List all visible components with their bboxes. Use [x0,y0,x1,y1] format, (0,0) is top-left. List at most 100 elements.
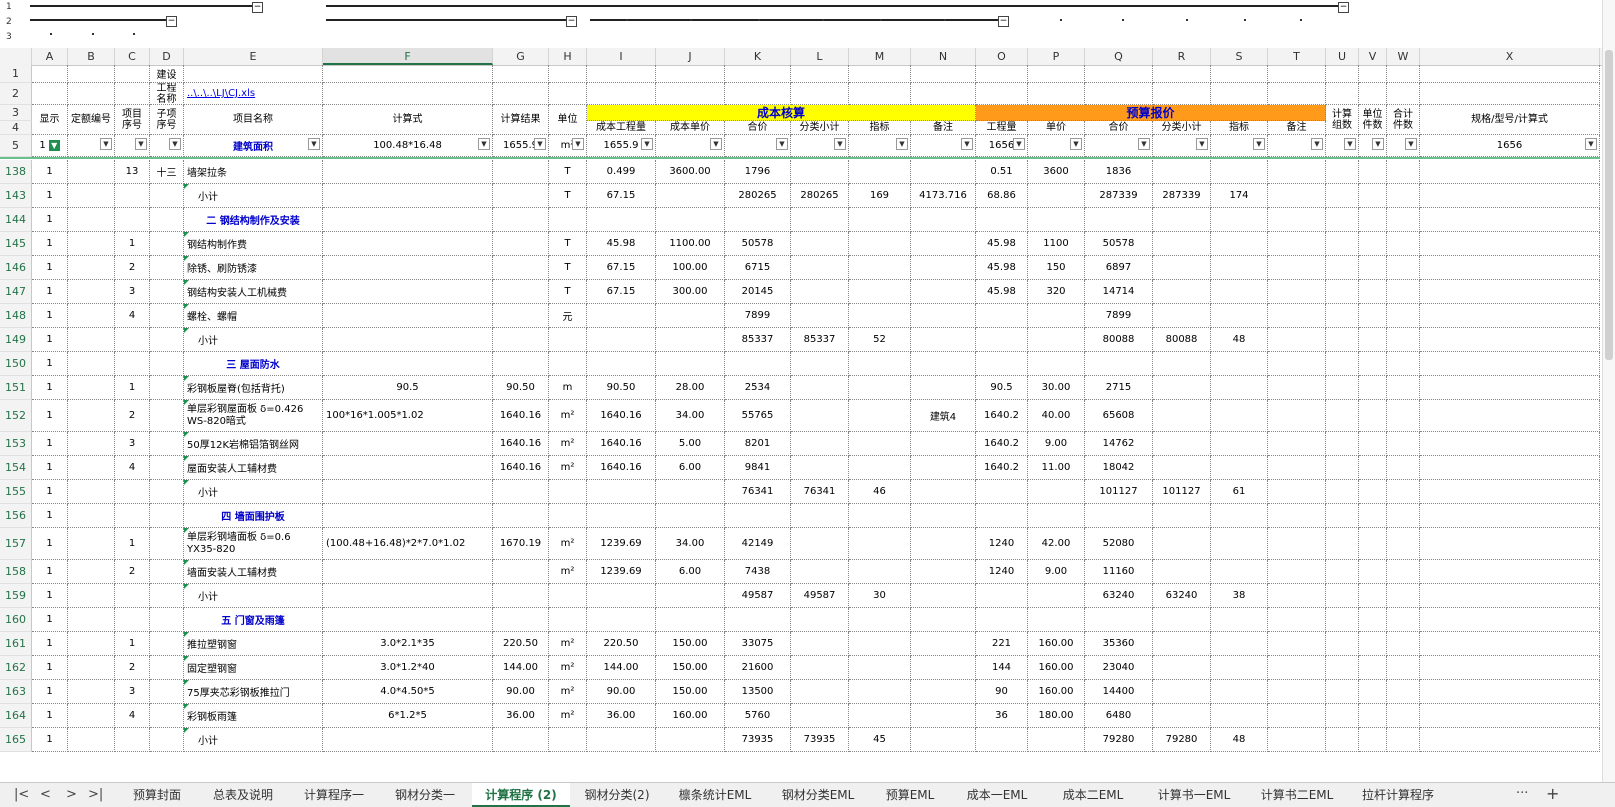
cell-u-152[interactable] [1326,400,1359,432]
cell-r-163[interactable] [1153,680,1211,704]
cell-f-163[interactable]: 4.0*4.50*5 [323,680,493,704]
cell-p-143[interactable] [1028,184,1085,208]
filter-cell-a[interactable]: 1 ▼ [32,135,68,157]
cell-e-159[interactable]: 小计 [184,584,323,608]
column-header-i[interactable]: I [587,48,656,65]
cell-t-144[interactable] [1268,208,1326,232]
cell-i-159[interactable] [587,584,656,608]
dropdown-arrow-icon[interactable]: ▼ [1405,138,1417,150]
cell-l-158[interactable] [791,560,849,584]
dropdown-arrow-icon[interactable]: ▼ [834,138,846,150]
cell-x-152[interactable] [1420,400,1600,432]
collapse-group-button[interactable]: − [566,16,577,27]
cell-j-148[interactable] [656,304,725,328]
cell-k-160[interactable] [725,608,791,632]
sheet-tab[interactable]: 预算封面 [118,783,196,807]
cell-m-163[interactable] [849,680,911,704]
dropdown-arrow-icon[interactable]: ▼ [1138,138,1150,150]
cell-j-146[interactable]: 100.00 [656,256,725,280]
cell-b-150[interactable] [68,352,115,376]
cell-x-148[interactable] [1420,304,1600,328]
cell-e-145[interactable]: 钢结构制作费 [184,232,323,256]
cell-l-162[interactable] [791,656,849,680]
quote-group-header[interactable]: 预算报价 [976,105,1326,121]
row-header[interactable]: 1 [0,65,32,83]
cell-u-154[interactable] [1326,456,1359,480]
cell-n-160[interactable] [911,608,976,632]
cell-j-149[interactable] [656,328,725,352]
cell-s-159[interactable]: 38 [1211,584,1268,608]
cell-w-160[interactable] [1387,608,1420,632]
cell-q-164[interactable]: 6480 [1085,704,1153,728]
sheet-tab[interactable]: 拉杆计算程序 [1348,783,1448,807]
cell-i-164[interactable]: 36.00 [587,704,656,728]
cell-h-162[interactable]: m² [549,656,587,680]
cell-k-164[interactable]: 5760 [725,704,791,728]
column-header-f[interactable]: F [323,48,493,65]
cell-q-138[interactable]: 1836 [1085,160,1153,184]
cell-a-157[interactable]: 1 [32,528,68,560]
cell-g-144[interactable] [493,208,549,232]
cell-u-155[interactable] [1326,480,1359,504]
empty-cell[interactable] [911,83,976,105]
empty-cell[interactable] [493,83,549,105]
cell-k-159[interactable]: 49587 [725,584,791,608]
cell-i-151[interactable]: 90.50 [587,376,656,400]
cell-d-159[interactable] [150,584,184,608]
empty-cell[interactable] [493,65,549,83]
column-header-p[interactable]: P [1028,48,1085,65]
header-project-name-label[interactable]: 工程名称 [150,83,184,105]
cell-n-155[interactable] [911,480,976,504]
cell-q-159[interactable]: 63240 [1085,584,1153,608]
filter-cell-i[interactable]: 1655.9 ▼ [587,135,656,157]
cell-r-144[interactable] [1153,208,1211,232]
empty-cell[interactable] [587,83,656,105]
cell-b-143[interactable] [68,184,115,208]
cell-g-146[interactable] [493,256,549,280]
cell-p-144[interactable] [1028,208,1085,232]
dropdown-arrow-icon[interactable]: ▼ [1070,138,1082,150]
cell-e-147[interactable]: 钢结构安装人工机械费 [184,280,323,304]
cell-p-151[interactable]: 30.00 [1028,376,1085,400]
subheader-t[interactable]: 备注 [1268,121,1326,135]
row-header[interactable]: 146 [0,256,32,280]
cell-h-144[interactable] [549,208,587,232]
cell-o-160[interactable] [976,608,1028,632]
cell-b-165[interactable] [68,728,115,752]
cell-b-162[interactable] [68,656,115,680]
dropdown-arrow-icon[interactable]: ▼ [1196,138,1208,150]
cell-f-153[interactable] [323,432,493,456]
cell-l-163[interactable] [791,680,849,704]
header-e[interactable]: 项目名称 [184,105,323,135]
cell-g-164[interactable]: 36.00 [493,704,549,728]
cell-v-158[interactable] [1359,560,1387,584]
empty-cell[interactable] [725,65,791,83]
dropdown-arrow-icon[interactable]: ▼ [1585,138,1597,150]
cell-l-153[interactable] [791,432,849,456]
cell-i-160[interactable] [587,608,656,632]
cell-t-152[interactable] [1268,400,1326,432]
cell-e-150[interactable]: 三 屋面防水 [184,352,323,376]
dropdown-arrow-icon[interactable]: ▼ [478,138,490,150]
cell-q-162[interactable]: 23040 [1085,656,1153,680]
cell-u-157[interactable] [1326,528,1359,560]
cell-n-164[interactable] [911,704,976,728]
cell-t-162[interactable] [1268,656,1326,680]
dropdown-arrow-icon[interactable]: ▼ [776,138,788,150]
cell-c-144[interactable] [115,208,150,232]
empty-cell[interactable] [911,65,976,83]
column-header-m[interactable]: M [849,48,911,65]
cell-b-157[interactable] [68,528,115,560]
cell-d-138[interactable]: 十三 [150,160,184,184]
cell-p-155[interactable] [1028,480,1085,504]
empty-cell[interactable] [68,65,115,83]
cell-n-148[interactable] [911,304,976,328]
cell-v-150[interactable] [1359,352,1387,376]
cell-l-152[interactable] [791,400,849,432]
subheader-r[interactable]: 分类小计 [1153,121,1211,135]
cell-b-151[interactable] [68,376,115,400]
cell-f-145[interactable] [323,232,493,256]
cell-s-152[interactable] [1211,400,1268,432]
cell-m-147[interactable] [849,280,911,304]
cell-k-154[interactable]: 9841 [725,456,791,480]
